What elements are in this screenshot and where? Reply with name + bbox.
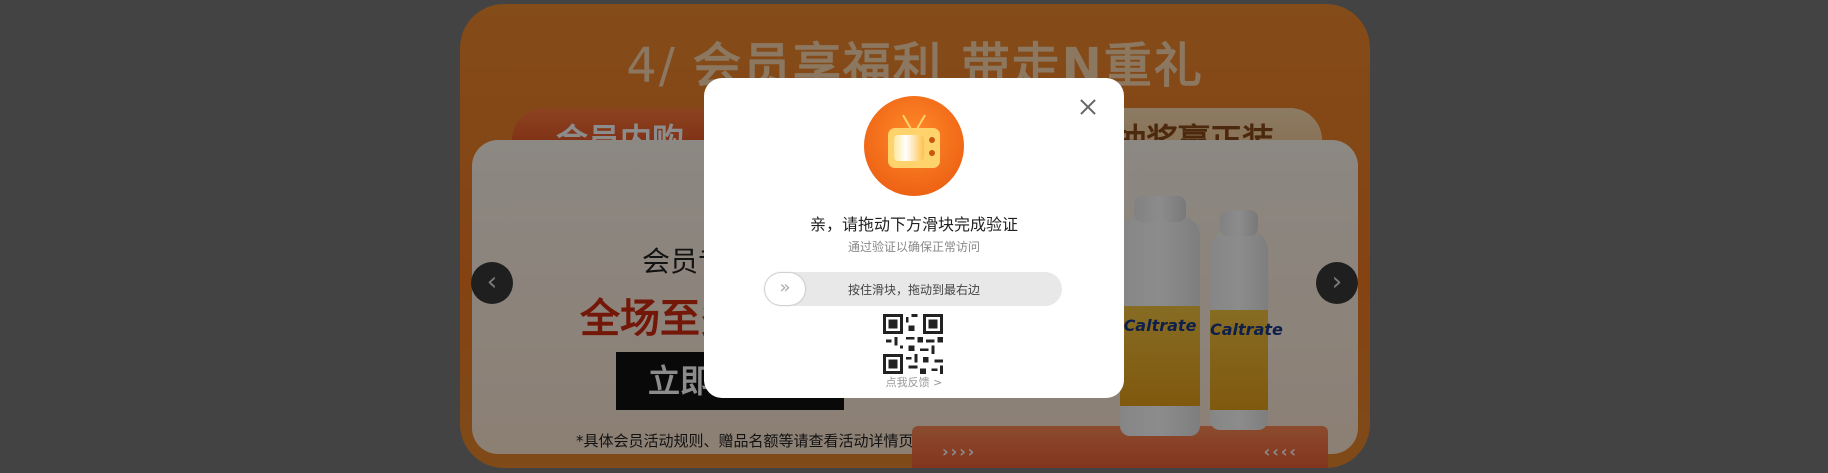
modal-subtitle: 通过验证以确保正常访问 [847,240,980,254]
qr-code-icon [883,314,943,374]
slider-handle[interactable]: » [765,273,805,305]
tv-icon [864,96,964,196]
slider-track[interactable]: » 按住滑块，拖动到最右边 [764,272,1062,306]
modal-title: 亲，请拖动下方滑块完成验证 [809,215,1018,234]
close-icon[interactable] [1074,94,1102,122]
verification-modal: 亲，请拖动下方滑块完成验证 通过验证以确保正常访问 » 按住滑块，拖动到最右边 … [704,78,1124,398]
slider-hint: 按住滑块，拖动到最右边 [848,283,981,297]
feedback-link[interactable]: 点我反馈 > [704,374,1124,390]
